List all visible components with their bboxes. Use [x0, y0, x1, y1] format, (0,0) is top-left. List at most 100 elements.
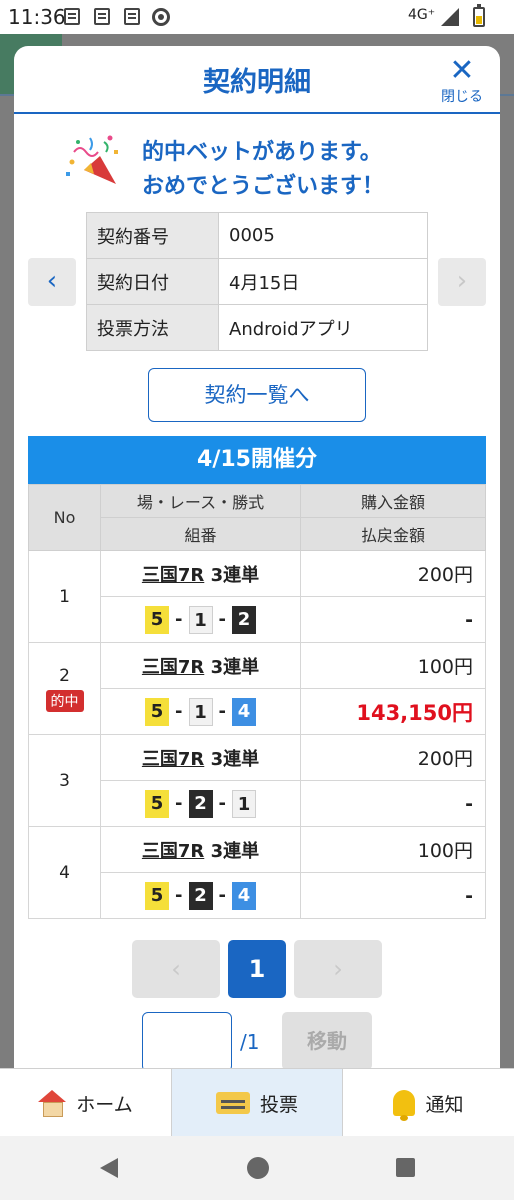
separator: -: [218, 885, 226, 906]
status-bar: 11:36 4G⁺: [0, 0, 514, 34]
page-next-button[interactable]: ›: [294, 940, 382, 998]
page-total: /1: [240, 1030, 260, 1054]
next-contract-button[interactable]: ›: [438, 258, 486, 306]
boat-number: 1: [188, 605, 213, 634]
home-circle-icon[interactable]: [247, 1157, 269, 1179]
venue-link[interactable]: 三国7R: [142, 749, 204, 770]
notification-icon: [64, 8, 80, 25]
bet-no: 4: [28, 826, 101, 919]
separator: -: [218, 793, 226, 814]
nav-home[interactable]: ホーム: [0, 1069, 171, 1137]
combination-cell: 5 - 2 - 4: [100, 872, 301, 919]
separator: -: [175, 609, 183, 630]
home-icon: [38, 1090, 67, 1117]
boat-number: 2: [188, 881, 213, 910]
win-message: 的中ベットがあります。: [142, 140, 382, 165]
page-input[interactable]: [142, 1012, 232, 1072]
purchase-amount: 200円: [300, 550, 486, 597]
bet-no: 1: [28, 550, 101, 643]
back-icon[interactable]: [100, 1158, 118, 1178]
nav-home-label: ホーム: [76, 1093, 133, 1116]
close-icon: ✕: [449, 53, 475, 88]
header-payout: 払戻金額: [300, 517, 486, 551]
bet-no: 3: [28, 734, 101, 827]
clock: 11:36: [8, 5, 66, 29]
venue-link[interactable]: 三国7R: [142, 565, 204, 586]
modal-title: 契約明細: [203, 67, 311, 98]
nav-notice-label: 通知: [425, 1093, 464, 1116]
bet-no-cell: 2 的中: [28, 642, 101, 735]
contract-detail-modal: 契約明細 ✕ 閉じる 的中ベットがあります。 おめでとうございます！ ‹ › 契…: [14, 46, 500, 1076]
network-type: 4G⁺: [408, 7, 436, 23]
combination-cell: 5 - 1 - 2: [100, 596, 301, 643]
bet-no: 2: [59, 665, 70, 686]
nav-vote[interactable]: 投票: [171, 1069, 343, 1137]
page-number-button[interactable]: 1: [228, 940, 286, 998]
recents-icon[interactable]: [396, 1158, 415, 1177]
congrats-message: おめでとうございます！: [142, 174, 385, 199]
previous-contract-button[interactable]: ‹: [28, 258, 76, 306]
chevron-right-icon: ›: [333, 955, 343, 983]
go-button[interactable]: 移動: [282, 1012, 372, 1070]
separator: -: [218, 701, 226, 722]
notification-icon: [124, 8, 140, 25]
hit-badge: 的中: [45, 689, 84, 712]
header-combination: 組番: [100, 517, 301, 551]
payout-amount: 143,150円: [300, 688, 486, 735]
boat-number: 1: [231, 789, 256, 818]
bet-type: 3連単: [210, 564, 260, 586]
boat-number: 4: [231, 881, 256, 910]
info-key: 投票方法: [86, 304, 219, 351]
boat-number: 1: [188, 697, 213, 726]
bet-type: 3連単: [210, 656, 260, 678]
separator: -: [175, 701, 183, 722]
chevron-left-icon: ‹: [171, 955, 181, 983]
contract-number-row: 契約番号 0005: [86, 212, 428, 259]
bottom-nav: ホーム 投票 通知: [0, 1068, 514, 1137]
system-nav-bar: [0, 1136, 514, 1200]
purchase-amount: 100円: [300, 826, 486, 873]
party-popper-icon: [66, 135, 118, 184]
bet-type: 3連単: [210, 840, 260, 862]
boat-number: 5: [145, 789, 170, 818]
combination-cell: 5 - 2 - 1: [100, 780, 301, 827]
separator: -: [218, 609, 226, 630]
table-header-row: No 場・レース・勝式 購入金額: [28, 484, 486, 551]
header-divider: [14, 112, 500, 114]
page-prev-button[interactable]: ‹: [132, 940, 220, 998]
table-row: 4 三国7R 3連単 100円: [28, 826, 486, 919]
day-title-bar: 4/15開催分: [28, 436, 486, 484]
header-race: 場・レース・勝式: [100, 484, 301, 518]
bell-icon: [393, 1090, 416, 1121]
separator: -: [175, 885, 183, 906]
payout-amount: -: [300, 596, 486, 643]
close-label: 閉じる: [441, 89, 483, 105]
contract-info-table: 契約番号 0005 契約日付 4月15日 投票方法 Androidアプリ: [86, 212, 428, 351]
header-no: No: [28, 484, 101, 551]
vote-method-row: 投票方法 Androidアプリ: [86, 304, 428, 351]
separator: -: [175, 793, 183, 814]
header-purchase: 購入金額: [300, 484, 486, 518]
chevron-left-icon: ‹: [46, 266, 58, 296]
close-button[interactable]: ✕ 閉じる: [438, 56, 486, 106]
bet-type: 3連単: [210, 748, 260, 770]
vote-method: Androidアプリ: [218, 304, 428, 351]
ticket-icon: [215, 1092, 250, 1114]
info-key: 契約日付: [86, 258, 219, 305]
race-cell: 三国7R 3連単: [100, 734, 301, 781]
info-key: 契約番号: [86, 212, 219, 259]
nav-notice[interactable]: 通知: [343, 1069, 514, 1137]
contract-date-row: 契約日付 4月15日: [86, 258, 428, 305]
contract-list-button[interactable]: 契約一覧へ: [148, 368, 366, 422]
table-row: 3 三国7R 3連単 200円: [28, 734, 486, 827]
race-cell: 三国7R 3連単: [100, 642, 301, 689]
bets-table: No 場・レース・勝式 購入金額 組番 払戻金額 1 三国7R 3連単 200円…: [28, 484, 486, 919]
payout-amount: -: [300, 872, 486, 919]
battery-icon: [473, 4, 485, 27]
boat-number: 5: [145, 697, 170, 726]
combination-cell: 5 - 1 - 4: [100, 688, 301, 735]
boat-number: 2: [188, 789, 213, 818]
purchase-amount: 200円: [300, 734, 486, 781]
venue-link[interactable]: 三国7R: [142, 841, 204, 862]
venue-link[interactable]: 三国7R: [142, 657, 204, 678]
